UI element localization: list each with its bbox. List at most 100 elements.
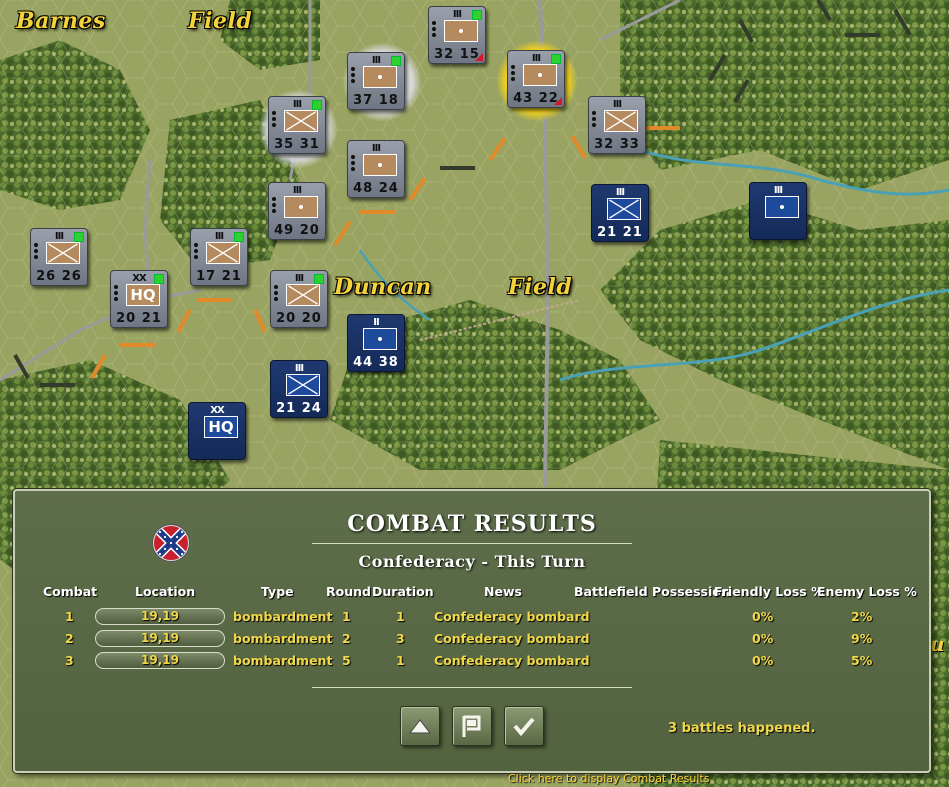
infantry-symbol-icon — [523, 64, 557, 86]
title-divider — [312, 543, 632, 544]
unit-strength-dots — [351, 155, 356, 173]
unit-size: XX — [210, 405, 224, 416]
map-label-duncan: Duncan — [334, 274, 432, 300]
unit-strength-dots — [351, 67, 356, 85]
unit-counter-csa[interactable]: III 37 18 — [347, 52, 405, 110]
hq-symbol: HQ — [126, 284, 160, 306]
hq-counter-usa[interactable]: XX HQ — [188, 402, 246, 460]
infantry-symbol-icon — [604, 110, 638, 132]
unit-size: III — [612, 99, 622, 110]
row-enemy-loss: 9% — [851, 631, 873, 646]
row-round: 2 — [342, 631, 351, 646]
checkmark-icon — [513, 717, 535, 737]
map-label-field-north: Field — [188, 8, 253, 34]
unit-damage-marker — [475, 53, 483, 61]
unit-status-marker — [391, 56, 401, 66]
unit-counter-csa[interactable]: III 49 20 — [268, 182, 326, 240]
header-location: Location — [135, 584, 196, 599]
row-duration: 3 — [396, 631, 405, 646]
header-duration: Duration — [372, 584, 434, 599]
row-type: bombardment — [233, 609, 333, 624]
row-type: bombardment — [233, 653, 333, 668]
row-combat-number: 3 — [65, 653, 74, 668]
unit-strength-values: 21 24 — [276, 401, 322, 416]
unit-strength-values: 20 21 — [116, 311, 162, 326]
infantry-symbol-icon — [206, 242, 240, 264]
infantry-symbol-icon — [286, 374, 320, 396]
unit-status-marker — [154, 274, 164, 284]
row-combat-number: 2 — [65, 631, 74, 646]
header-friendly-loss: Friendly Loss % — [714, 584, 824, 599]
map-label-field-south: Field — [508, 274, 573, 300]
unit-counter-usa[interactable]: III 21 21 — [591, 184, 649, 242]
unit-strength-dots — [272, 111, 277, 129]
confirm-button[interactable] — [504, 706, 544, 746]
scroll-up-button[interactable] — [400, 706, 440, 746]
table-divider — [312, 687, 632, 688]
row-news: Confederacy bombard — [434, 631, 590, 646]
combat-results-hint[interactable]: Click here to display Combat Results — [508, 772, 709, 785]
unit-damage-marker — [554, 97, 562, 105]
locate-battle-button[interactable] — [452, 706, 492, 746]
unit-strength-values: 26 26 — [36, 269, 82, 284]
unit-counter-csa[interactable]: III 48 24 — [347, 140, 405, 198]
infantry-symbol-icon — [363, 66, 397, 88]
unit-counter-csa[interactable]: III 17 21 — [190, 228, 248, 286]
unit-size: III — [292, 185, 302, 196]
unit-strength-values: 44 38 — [353, 355, 399, 370]
unit-size: III — [371, 143, 381, 154]
row-duration: 1 — [396, 653, 405, 668]
unit-status-marker — [472, 10, 482, 20]
unit-status-marker — [312, 100, 322, 110]
artillery-symbol-icon — [363, 328, 397, 350]
infantry-symbol-icon — [444, 20, 478, 42]
infantry-symbol-icon — [46, 242, 80, 264]
unit-size: III — [615, 187, 625, 198]
unit-size: II — [373, 317, 379, 328]
unit-counter-usa[interactable]: III — [749, 182, 807, 240]
row-enemy-loss: 2% — [851, 609, 873, 624]
unit-status-marker — [314, 274, 324, 284]
row-friendly-loss: 0% — [752, 653, 774, 668]
unit-counter-csa[interactable]: III 32 33 — [588, 96, 646, 154]
unit-counter-csa[interactable]: III 26 26 — [30, 228, 88, 286]
row-enemy-loss: 5% — [851, 653, 873, 668]
unit-status-marker — [234, 232, 244, 242]
unit-strength-values: 49 20 — [274, 223, 320, 238]
battle-summary: 3 battles happened. — [668, 721, 816, 736]
hq-symbol: HQ — [204, 416, 238, 438]
header-combat: Combat — [43, 584, 98, 599]
unit-strength-dots — [194, 243, 199, 261]
row-news: Confederacy bombard — [434, 653, 590, 668]
location-button[interactable]: 19,19 — [95, 608, 225, 625]
unit-strength-values: 32 33 — [594, 137, 640, 152]
unit-strength-dots — [114, 285, 119, 303]
unit-counter-csa[interactable]: III 43 22 — [507, 50, 565, 108]
unit-strength-dots — [34, 243, 39, 261]
header-round: Round — [326, 584, 371, 599]
unit-strength-values: 21 21 — [597, 225, 643, 240]
header-enemy-loss: Enemy Loss % — [817, 584, 917, 599]
map-label-barnes: Barnes — [16, 8, 106, 34]
unit-size: III — [773, 185, 783, 196]
location-button[interactable]: 19,19 — [95, 630, 225, 647]
unit-counter-usa[interactable]: III 21 24 — [270, 360, 328, 418]
row-news: Confederacy bombard — [434, 609, 590, 624]
unit-status-marker — [74, 232, 84, 242]
row-friendly-loss: 0% — [752, 609, 774, 624]
hq-counter-csa[interactable]: XX HQ 20 21 — [110, 270, 168, 328]
unit-counter-csa[interactable]: III 20 20 — [270, 270, 328, 328]
header-type: Type — [261, 584, 294, 599]
unit-status-marker — [551, 54, 561, 64]
dialog-subtitle: Confederacy - This Turn — [358, 552, 586, 571]
location-button[interactable]: 19,19 — [95, 652, 225, 669]
artillery-symbol-icon — [765, 196, 799, 218]
unit-counter-usa[interactable]: II 44 38 — [347, 314, 405, 372]
unit-counter-csa[interactable]: III 35 31 — [268, 96, 326, 154]
flag-icon — [462, 715, 481, 737]
row-round: 5 — [342, 653, 351, 668]
dialog-title: COMBAT RESULTS — [347, 511, 597, 537]
header-possession: Battlefield Possession — [574, 584, 730, 599]
unit-strength-dots — [274, 285, 279, 303]
unit-counter-csa[interactable]: III 32 15 — [428, 6, 486, 64]
